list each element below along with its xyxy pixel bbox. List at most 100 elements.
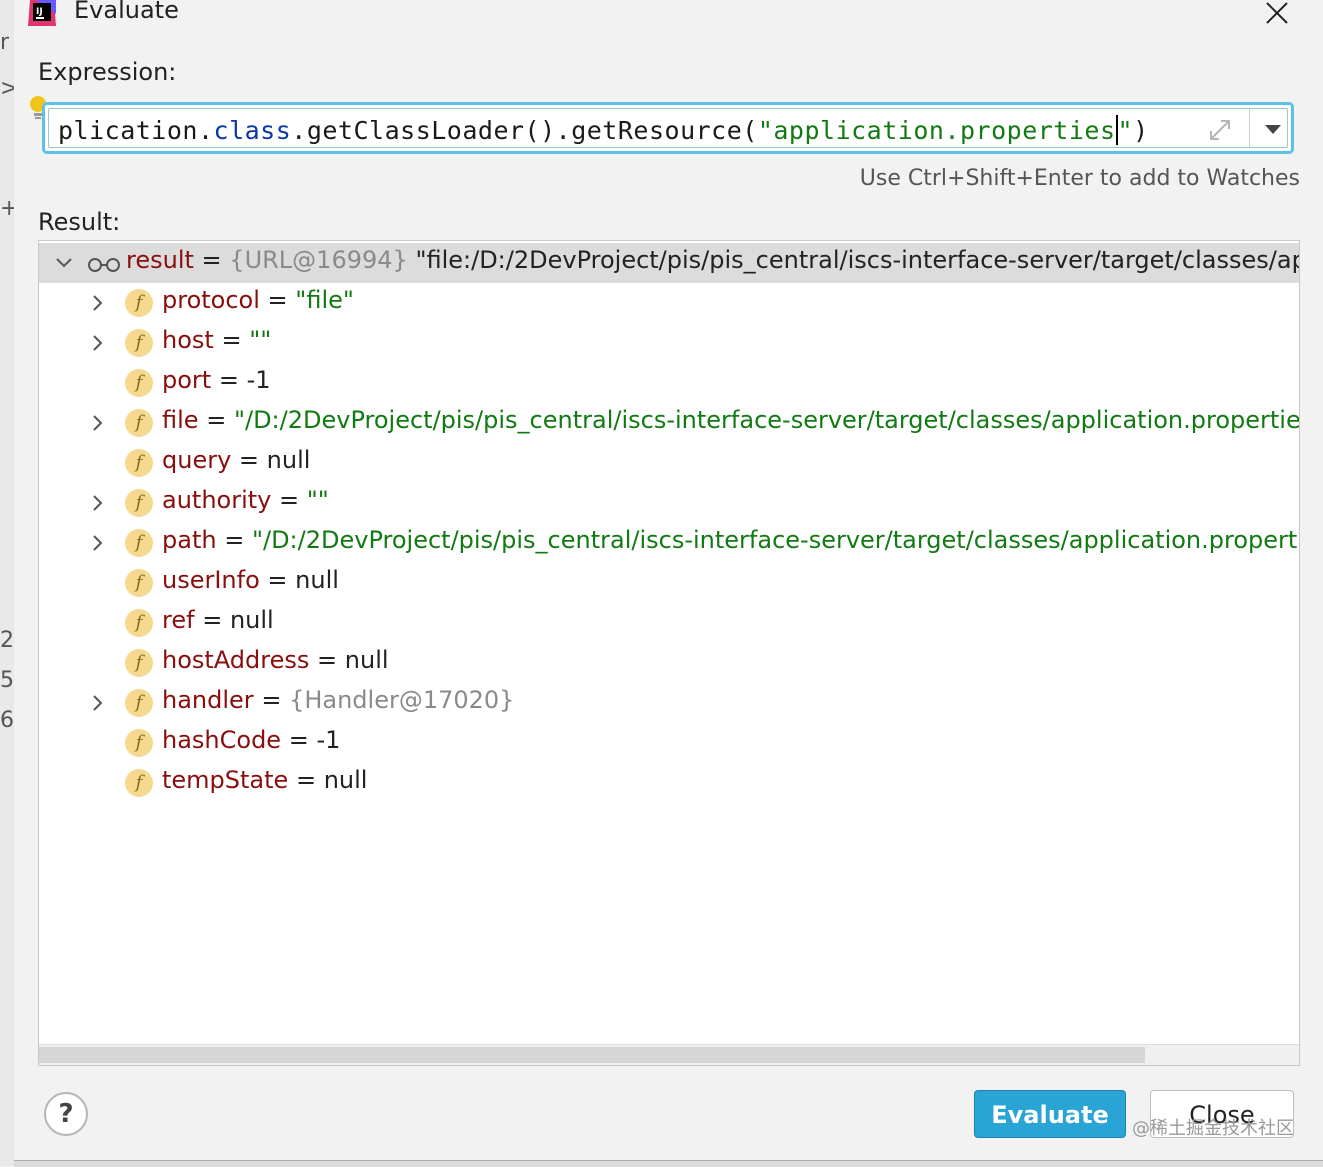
tree-row-host[interactable]: f host = "" bbox=[39, 323, 1299, 363]
tree-row-file[interactable]: f file = "/D:/2DevProject/pis/pis_central… bbox=[39, 403, 1299, 443]
field-eq: = bbox=[218, 366, 239, 394]
field-icon: f bbox=[125, 729, 153, 757]
chevron-right-icon[interactable] bbox=[87, 412, 109, 434]
tree-row-userInfo[interactable]: f userInfo = null bbox=[39, 563, 1299, 603]
field-row-text: authority = "" bbox=[162, 486, 329, 514]
close-icon[interactable] bbox=[1264, 0, 1290, 26]
field-row-text: handler = {Handler@17020} bbox=[162, 686, 514, 714]
field-row-text: path = "/D:/2DevProject/pis/pis_central/… bbox=[162, 526, 1300, 554]
scrollbar-thumb[interactable] bbox=[39, 1047, 1145, 1063]
field-eq: = bbox=[267, 286, 288, 314]
expr-seg-keyword: class bbox=[213, 116, 292, 145]
field-value: "" bbox=[306, 486, 329, 514]
field-eq: = bbox=[317, 646, 338, 674]
evaluate-dialog: IJ Evaluate Expression: plication.class.… bbox=[14, 0, 1323, 1160]
tree-row-path[interactable]: f path = "/D:/2DevProject/pis/pis_central… bbox=[39, 523, 1299, 563]
tree-row-handler[interactable]: f handler = {Handler@17020} bbox=[39, 683, 1299, 723]
field-value: null bbox=[229, 606, 274, 634]
field-eq: = bbox=[267, 566, 288, 594]
field-icon: f bbox=[125, 449, 153, 477]
field-value: -1 bbox=[246, 366, 271, 394]
field-icon: f bbox=[125, 649, 153, 677]
expr-seg: plication. bbox=[58, 116, 214, 145]
tree-row-hostAddress[interactable]: f hostAddress = null bbox=[39, 643, 1299, 683]
expr-seg: ) bbox=[1133, 116, 1149, 145]
chevron-right-icon[interactable] bbox=[87, 332, 109, 354]
field-value: null bbox=[266, 446, 311, 474]
result-label: Result: bbox=[38, 208, 121, 236]
field-row-text: tempState = null bbox=[162, 766, 367, 794]
tree-row-query[interactable]: f query = null bbox=[39, 443, 1299, 483]
tree-row-authority[interactable]: f authority = "" bbox=[39, 483, 1299, 523]
field-value: "/D:/2DevProject/pis/pis_central/iscs-in… bbox=[251, 526, 1300, 554]
field-name: handler bbox=[162, 686, 254, 714]
field-value: "file" bbox=[295, 286, 354, 314]
chevron-right-icon[interactable] bbox=[87, 292, 109, 314]
bg-glyph: + bbox=[0, 196, 14, 221]
dialog-title: Evaluate bbox=[74, 0, 179, 24]
field-icon: f bbox=[125, 569, 153, 597]
expand-icon[interactable] bbox=[1205, 115, 1235, 145]
field-row-text: hashCode = -1 bbox=[162, 726, 340, 754]
field-value: "/D:/2DevProject/pis/pis_central/iscs-in… bbox=[233, 406, 1300, 434]
field-value: -1 bbox=[316, 726, 341, 754]
root-value: "file:/D:/2DevProject/pis/pis_central/is… bbox=[415, 246, 1300, 274]
field-row-text: ref = null bbox=[162, 606, 274, 634]
field-eq: = bbox=[279, 486, 300, 514]
field-name: ref bbox=[162, 606, 195, 634]
field-value: "" bbox=[249, 326, 272, 354]
field-name: file bbox=[162, 406, 199, 434]
field-row-text: hostAddress = null bbox=[162, 646, 389, 674]
field-eq: = bbox=[202, 606, 223, 634]
field-icon: f bbox=[125, 529, 153, 557]
tree-row-port[interactable]: f port = -1 bbox=[39, 363, 1299, 403]
field-value: {Handler@17020} bbox=[289, 686, 515, 714]
expression-text[interactable]: plication.class.getClassLoader().getReso… bbox=[58, 115, 1149, 145]
field-row-text: userInfo = null bbox=[162, 566, 339, 594]
field-name: authority bbox=[162, 486, 272, 514]
bg-glyph: 5 bbox=[0, 668, 14, 693]
field-eq: = bbox=[238, 446, 260, 474]
evaluate-button[interactable]: Evaluate bbox=[974, 1090, 1126, 1138]
bg-glyph: r bbox=[0, 30, 10, 55]
dropdown-separator bbox=[1249, 109, 1250, 147]
field-icon: f bbox=[125, 769, 153, 797]
horizontal-scrollbar[interactable] bbox=[39, 1044, 1299, 1065]
field-name: hashCode bbox=[162, 726, 282, 754]
bg-glyph: 2 bbox=[0, 628, 14, 653]
field-row-text: protocol = "file" bbox=[162, 286, 354, 314]
chevron-right-icon[interactable] bbox=[87, 692, 109, 714]
history-dropdown-icon[interactable] bbox=[1257, 113, 1289, 145]
tree-row-protocol[interactable]: f protocol = "file" bbox=[39, 283, 1299, 323]
watermark: @稀土掘金技术社区 bbox=[1132, 1118, 1294, 1139]
expr-seg: .getClassLoader().getResource( bbox=[291, 116, 758, 145]
field-icon: f bbox=[125, 369, 153, 397]
field-icon: f bbox=[125, 489, 153, 517]
result-tree[interactable]: result = {URL@16994} "file:/D:/2DevProje… bbox=[38, 240, 1300, 1066]
chevron-right-icon[interactable] bbox=[87, 532, 109, 554]
svg-text:IJ: IJ bbox=[36, 7, 43, 17]
field-icon: f bbox=[125, 409, 153, 437]
expression-input[interactable]: plication.class.getClassLoader().getReso… bbox=[42, 102, 1294, 154]
bg-glyph: 6 bbox=[0, 708, 14, 733]
tree-row-ref[interactable]: f ref = null bbox=[39, 603, 1299, 643]
field-name: userInfo bbox=[162, 566, 260, 594]
field-value: null bbox=[295, 566, 339, 594]
expression-label: Expression: bbox=[38, 58, 177, 86]
watches-hint: Use Ctrl+Shift+Enter to add to Watches bbox=[859, 166, 1300, 191]
help-button[interactable]: ? bbox=[44, 1092, 88, 1136]
field-row-text: query = null bbox=[162, 446, 310, 474]
tree-row-hashCode[interactable]: f hashCode = -1 bbox=[39, 723, 1299, 763]
field-eq: = bbox=[288, 726, 309, 754]
chevron-right-icon[interactable] bbox=[87, 492, 109, 514]
field-name: path bbox=[162, 526, 217, 554]
chevron-down-icon[interactable] bbox=[53, 252, 75, 274]
field-icon: f bbox=[125, 289, 153, 317]
field-eq: = bbox=[295, 766, 317, 794]
field-icon: f bbox=[125, 609, 153, 637]
field-name: port bbox=[162, 366, 212, 394]
tree-row-tempState[interactable]: f tempState = null bbox=[39, 763, 1299, 803]
tree-row-root[interactable]: result = {URL@16994} "file:/D:/2DevProje… bbox=[39, 243, 1299, 283]
field-name: protocol bbox=[162, 286, 260, 314]
root-eq: = bbox=[201, 246, 222, 274]
